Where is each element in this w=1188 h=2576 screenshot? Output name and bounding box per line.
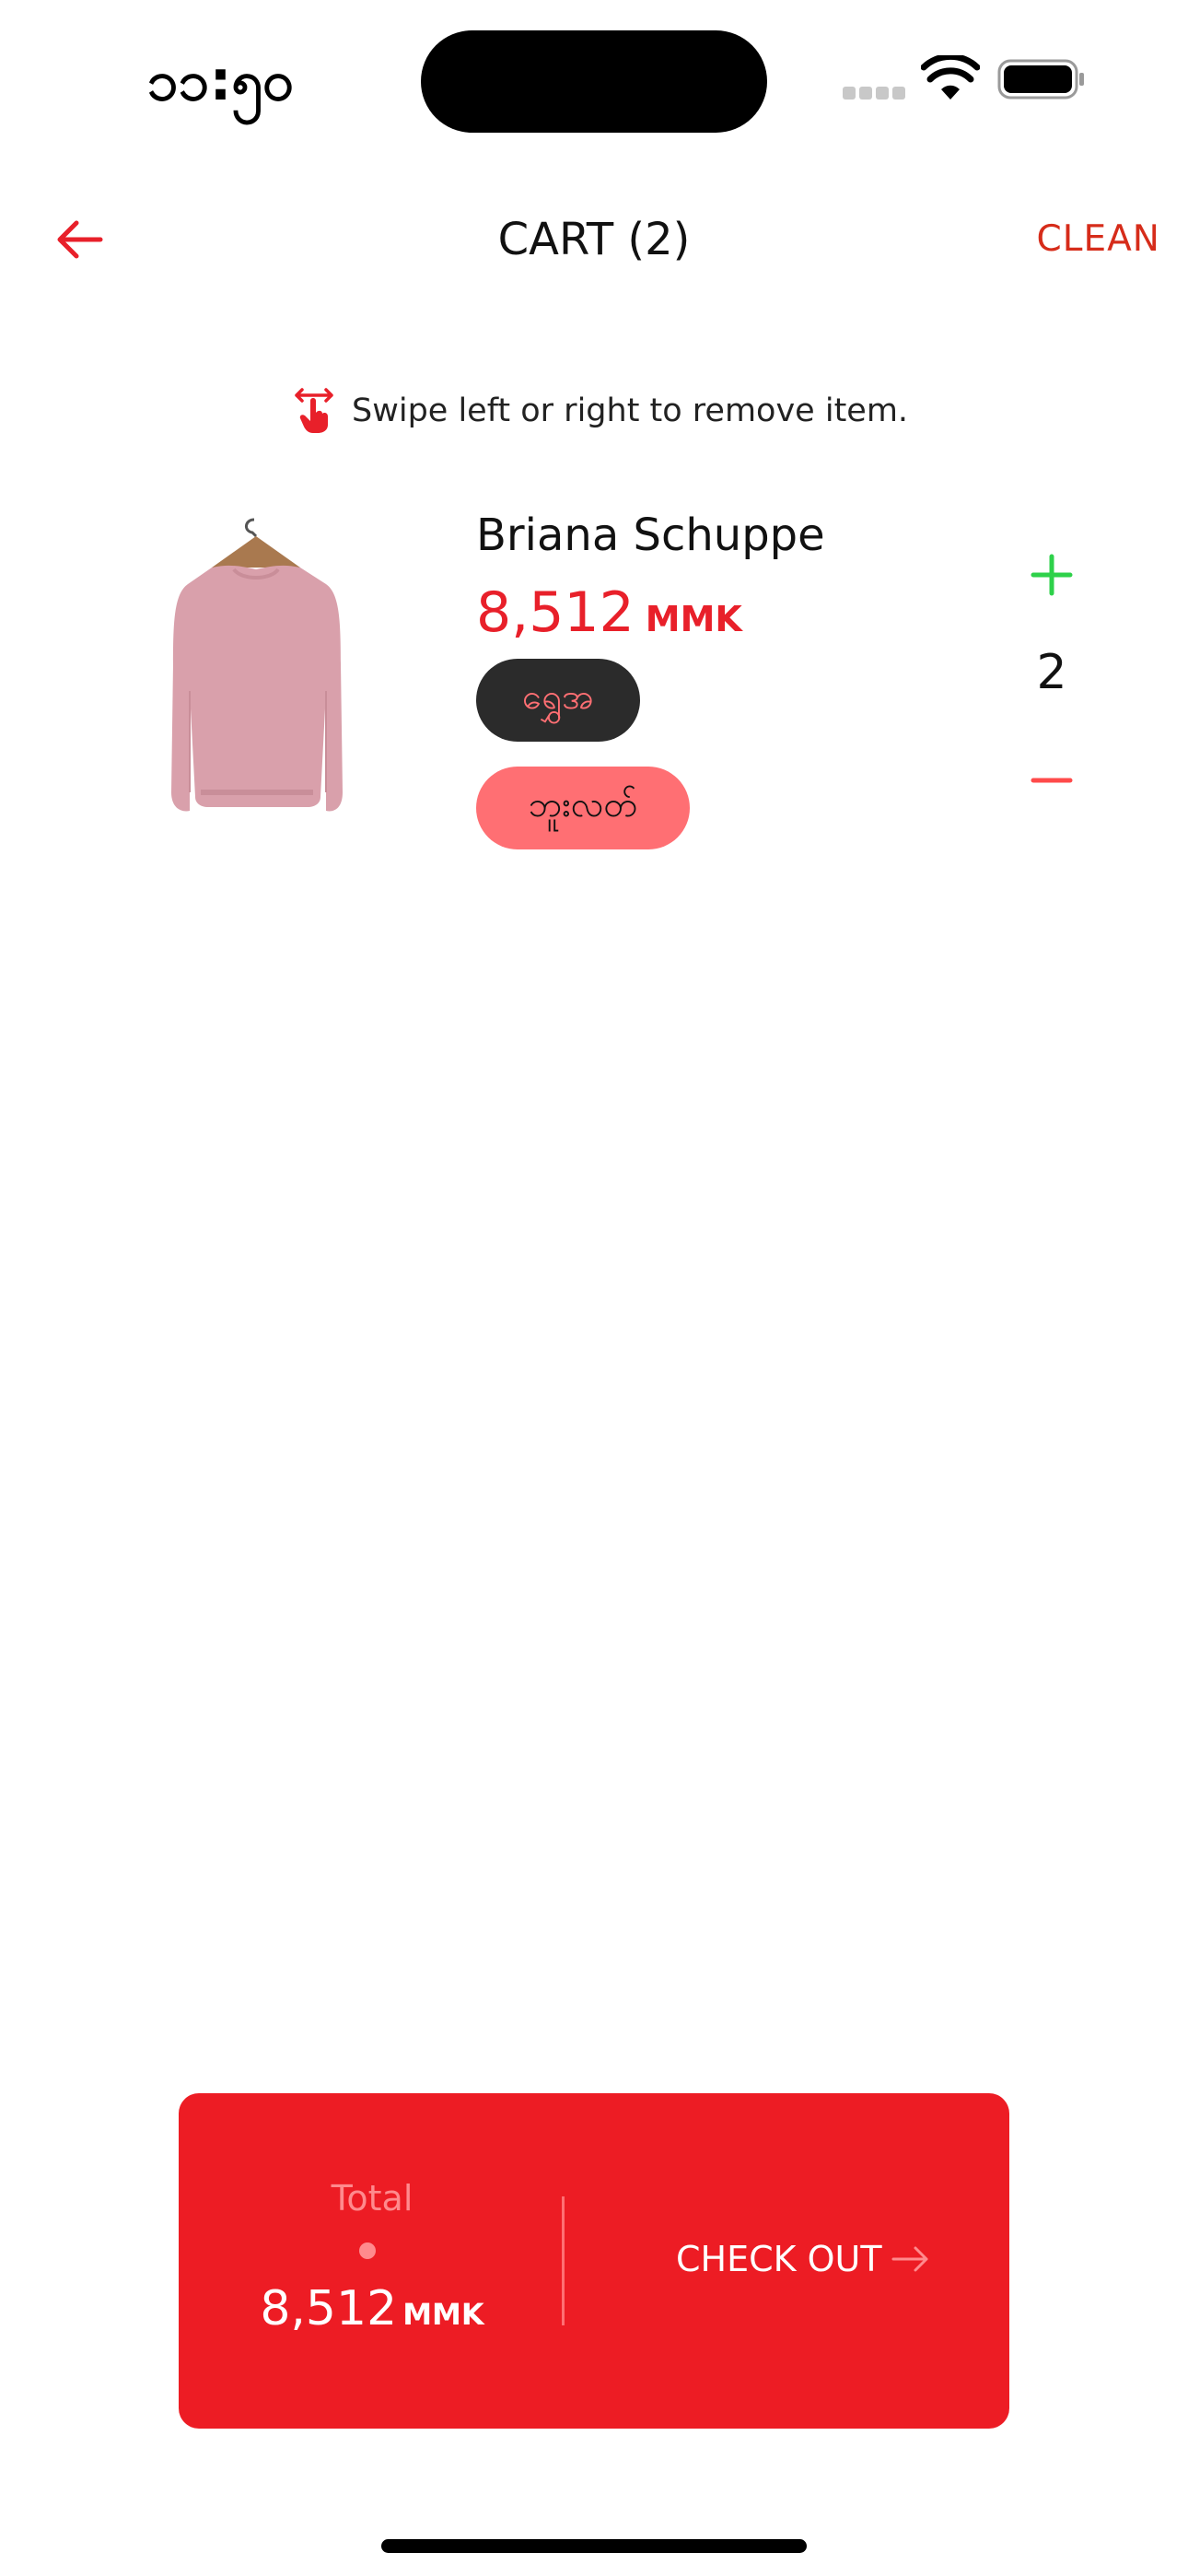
- arrow-left-icon: [57, 220, 103, 259]
- size-chip: ဘူးလတ်: [476, 767, 690, 849]
- product-price: 8,512 MMK: [476, 576, 937, 650]
- checkout-button[interactable]: CHECK OUT: [676, 2222, 952, 2296]
- total-currency: MMK: [402, 2297, 484, 2332]
- battery-icon: [997, 59, 1084, 100]
- status-time: ၁၁:၅၀: [147, 49, 294, 113]
- total-value: 8,512 MMK: [234, 2272, 510, 2346]
- wifi-icon: [921, 55, 980, 100]
- quantity-value: 2: [1036, 645, 1067, 700]
- price-amount: 8,512: [476, 580, 635, 645]
- home-indicator[interactable]: [381, 2539, 807, 2553]
- decrease-quantity-button[interactable]: [1022, 751, 1081, 810]
- total-label: Total: [331, 2178, 413, 2219]
- dynamic-island: [421, 30, 767, 133]
- product-name: Briana Schuppe: [476, 509, 825, 561]
- color-chip: ရွှေအ: [476, 659, 640, 742]
- total-dot: [359, 2242, 376, 2259]
- total-amount: 8,512: [260, 2281, 398, 2336]
- page-title: CART (2): [497, 214, 691, 265]
- checkout-bar: Total 8,512 MMK CHECK OUT: [179, 2093, 1009, 2429]
- divider: [562, 2196, 565, 2325]
- clean-cart-button[interactable]: CLEAN: [1022, 207, 1160, 272]
- checkout-label: CHECK OUT: [676, 2239, 882, 2279]
- cellular-signal-icon: [843, 87, 907, 100]
- swipe-hint: Swipe left or right to remove item.: [293, 385, 938, 437]
- product-image: [171, 518, 343, 812]
- back-button[interactable]: [46, 207, 111, 272]
- price-currency: MMK: [645, 599, 742, 639]
- arrow-right-icon: [891, 2246, 928, 2272]
- swipe-hint-text: Swipe left or right to remove item.: [352, 392, 909, 429]
- increase-quantity-button[interactable]: [1022, 545, 1081, 604]
- swipe-hand-icon: [295, 388, 333, 433]
